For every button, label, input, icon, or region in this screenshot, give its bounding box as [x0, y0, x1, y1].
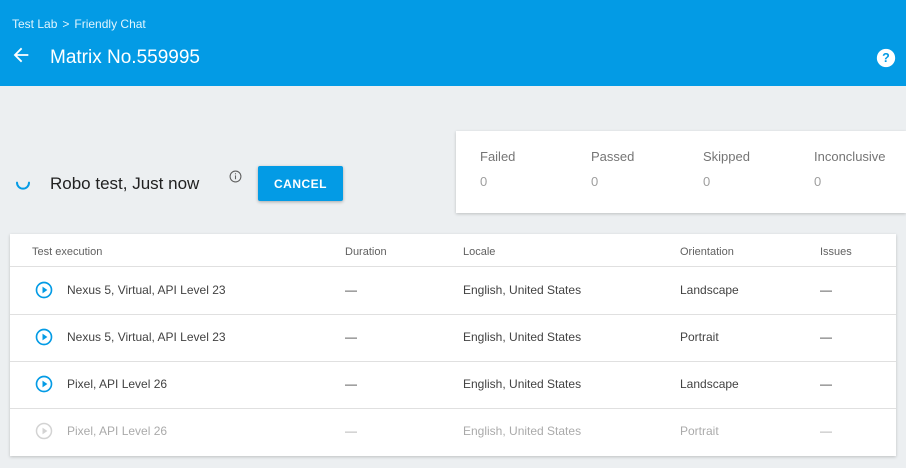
column-test-execution: Test execution: [32, 246, 103, 258]
column-orientation: Orientation: [680, 246, 734, 258]
summary-card: Failed 0 Passed 0 Skipped 0 Inconclusive…: [456, 131, 906, 213]
play-circle-icon[interactable]: [35, 328, 53, 346]
stat-value: 0: [703, 174, 711, 189]
cell-issues: —: [820, 424, 832, 438]
breadcrumb: Test Lab > Friendly Chat: [12, 17, 146, 31]
cell-locale: English, United States: [463, 283, 582, 297]
column-duration: Duration: [345, 246, 387, 258]
stat-value: 0: [480, 174, 488, 189]
stat-value: 0: [591, 174, 599, 189]
table-row[interactable]: Nexus 5, Virtual, API Level 23 — English…: [10, 314, 896, 362]
cell-issues: —: [820, 377, 832, 391]
stat-label: Failed: [480, 149, 516, 164]
stat-passed: Passed 0: [591, 149, 634, 189]
cell-device: Nexus 5, Virtual, API Level 23: [67, 283, 226, 297]
spinner-icon: [16, 181, 30, 190]
breadcrumb-friendly-chat[interactable]: Friendly Chat: [74, 17, 145, 31]
stat-inconclusive: Inconclusive 0: [814, 149, 886, 189]
cell-orientation: Landscape: [680, 377, 739, 391]
cell-duration: —: [345, 424, 357, 438]
breadcrumb-test-lab[interactable]: Test Lab: [12, 17, 57, 31]
stat-skipped: Skipped 0: [703, 149, 750, 189]
page-title: Matrix No.559995: [50, 47, 200, 68]
cell-duration: —: [345, 377, 357, 391]
play-circle-icon[interactable]: [35, 375, 53, 393]
arrow-back-icon[interactable]: [10, 44, 32, 66]
cell-orientation: Portrait: [680, 424, 719, 438]
stat-label: Skipped: [703, 149, 750, 164]
cell-orientation: Landscape: [680, 283, 739, 297]
svg-text:?: ?: [882, 51, 890, 65]
column-locale: Locale: [463, 246, 496, 258]
play-circle-icon[interactable]: [35, 281, 53, 299]
cell-locale: English, United States: [463, 330, 582, 344]
app-header: Test Lab > Friendly Chat Matrix No.559995 …: [0, 0, 906, 86]
cell-device: Pixel, API Level 26: [67, 377, 168, 391]
table-row: Pixel, API Level 26 — English, United St…: [10, 408, 896, 455]
breadcrumb-separator: >: [62, 17, 70, 31]
stat-label: Inconclusive: [814, 149, 886, 164]
cell-duration: —: [345, 283, 357, 297]
cell-issues: —: [820, 330, 832, 344]
cell-orientation: Portrait: [680, 330, 719, 344]
play-circle-icon: [35, 422, 53, 440]
table-row[interactable]: Nexus 5, Virtual, API Level 23 — English…: [10, 267, 896, 315]
cell-issues: —: [820, 283, 832, 297]
cell-device: Nexus 5, Virtual, API Level 23: [67, 330, 226, 344]
stat-label: Passed: [591, 149, 635, 164]
cell-duration: —: [345, 330, 357, 344]
stat-failed: Failed 0: [480, 149, 515, 189]
cell-device: Pixel, API Level 26: [67, 424, 168, 438]
run-label: Robo test, Just now: [50, 174, 200, 193]
column-issues: Issues: [820, 246, 852, 258]
cell-locale: English, United States: [463, 377, 582, 391]
stat-value: 0: [814, 174, 822, 189]
table-row[interactable]: Pixel, API Level 26 — English, United St…: [10, 361, 896, 409]
cell-locale: English, United States: [463, 424, 582, 438]
cancel-button[interactable]: CANCEL: [258, 166, 343, 201]
table-header: Test execution Duration Locale Orientati…: [10, 234, 896, 267]
help-icon[interactable]: ?: [876, 48, 896, 68]
info-icon[interactable]: [229, 170, 242, 183]
executions-table: Test execution Duration Locale Orientati…: [10, 234, 896, 456]
